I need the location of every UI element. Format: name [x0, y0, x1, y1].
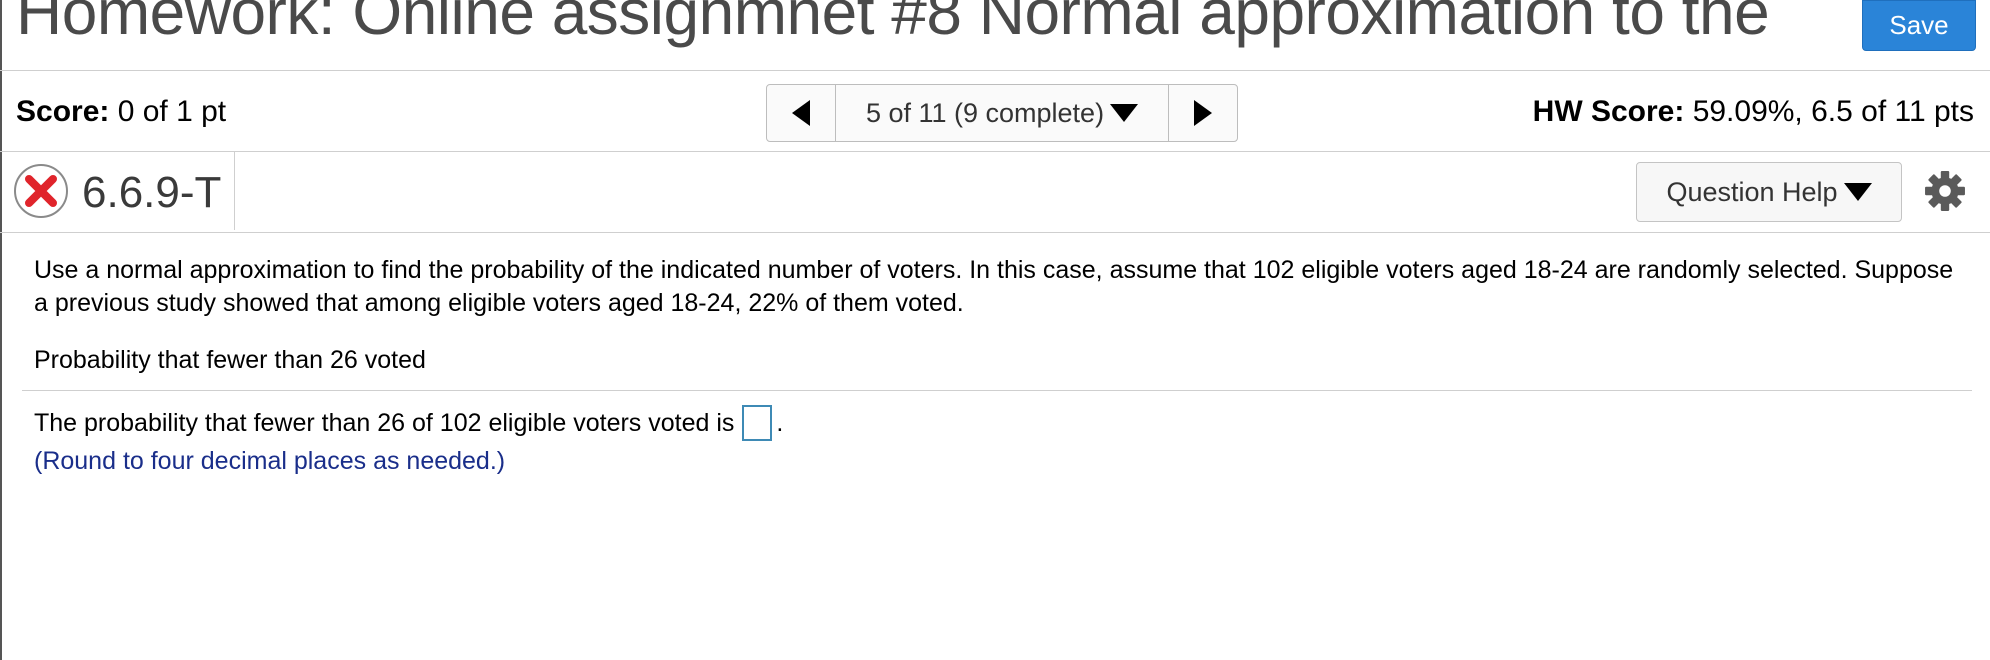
assignment-header: Homework: Online assignmnet #8 Normal ap…	[0, 0, 1990, 71]
answer-line: The probability that fewer than 26 of 10…	[34, 405, 783, 441]
next-arrow-icon	[1194, 100, 1212, 126]
score-bar: Score: 0 of 1 pt 5 of 11 (9 complete) HW…	[0, 71, 1990, 152]
question-score: Score: 0 of 1 pt	[16, 95, 226, 129]
score-label: Score:	[16, 95, 110, 128]
hw-score-value: 59.09%, 6.5 of 11 pts	[1692, 95, 1974, 128]
question-prompt: Use a normal approximation to find the p…	[34, 256, 1954, 317]
hw-score: HW Score: 59.09%, 6.5 of 11 pts	[1533, 95, 1974, 129]
question-help-button[interactable]: Question Help	[1636, 162, 1902, 222]
rounding-hint: (Round to four decimal places as needed.…	[34, 447, 506, 475]
save-button[interactable]: Save	[1862, 0, 1976, 51]
answer-input[interactable]	[742, 405, 773, 441]
dropdown-arrow-icon	[1843, 183, 1872, 201]
question-navigator: 5 of 11 (9 complete)	[766, 84, 1238, 142]
next-question-button[interactable]	[1168, 85, 1237, 141]
question-id: 6.6.9-T	[82, 168, 222, 217]
question-content: Use a normal approximation to find the p…	[34, 254, 1954, 377]
question-toolbar: 6.6.9-T Question Help	[0, 152, 1990, 233]
previous-question-button[interactable]	[767, 85, 836, 141]
toolbar-divider	[234, 152, 235, 230]
score-value: 0 of 1 pt	[117, 95, 227, 128]
answer-prefix: The probability that fewer than 26 of 10…	[34, 408, 735, 437]
assignment-title: Homework: Online assignmnet #8 Normal ap…	[16, 0, 1770, 48]
answer-suffix: .	[776, 408, 784, 437]
question-position: 5 of 11 (9 complete)	[865, 97, 1105, 128]
incorrect-x-icon	[14, 164, 68, 218]
prev-arrow-icon	[792, 100, 810, 126]
question-selector-dropdown[interactable]: 5 of 11 (9 complete)	[836, 85, 1168, 141]
hw-score-label: HW Score:	[1532, 95, 1685, 128]
question-subprompt: Probability that fewer than 26 voted	[34, 346, 426, 374]
gear-icon[interactable]	[1924, 170, 1966, 212]
question-help-label: Question Help	[1666, 176, 1838, 207]
answer-separator	[22, 390, 1972, 391]
incorrect-x-glyph	[25, 175, 57, 207]
dropdown-arrow-icon	[1110, 104, 1139, 122]
